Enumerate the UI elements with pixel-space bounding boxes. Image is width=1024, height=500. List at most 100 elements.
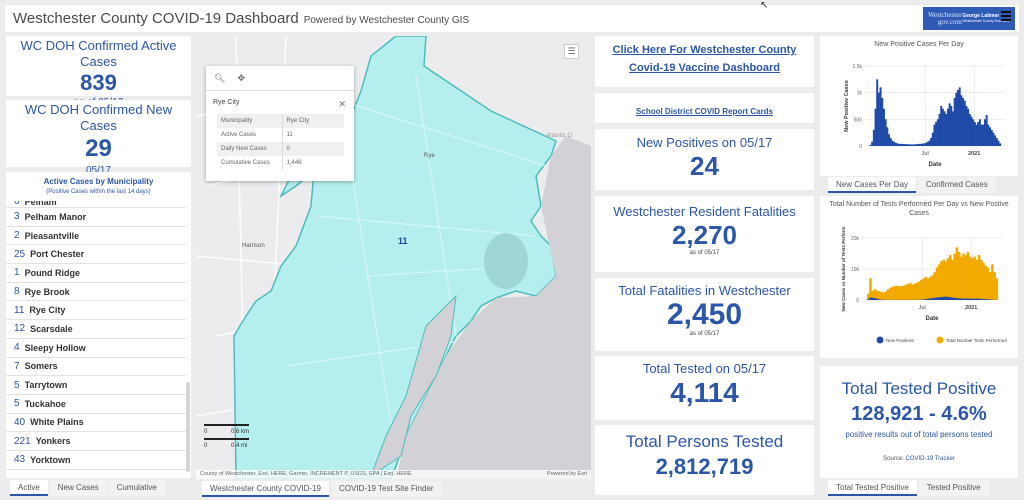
tab-new-cases-per-day[interactable]: New Cases Per Day	[828, 177, 917, 193]
bar-total-number-tests-performed	[940, 261, 943, 300]
tab-cumulative[interactable]: Cumulative	[108, 480, 165, 496]
scale-mi: 0.4 mi	[231, 443, 248, 449]
new-cases-title: WC DOH Confirmed New Cases	[24, 102, 173, 133]
bar-total-number-tests-performed	[942, 259, 945, 300]
tab-new-cases[interactable]: New Cases	[49, 480, 107, 496]
x-tick-label: Jul	[919, 305, 926, 311]
zoom-to-icon[interactable]: 🔍︎	[214, 73, 225, 84]
bar-new-positives	[968, 298, 972, 300]
municipality-row[interactable]: 40 White Plains	[6, 414, 186, 433]
chart2-title: Total Number of Tests Performed Per Day …	[829, 201, 1009, 217]
municipality-row[interactable]: 2 Pleasantville	[6, 227, 186, 246]
resident-fatalities-value: 2,270	[671, 220, 738, 250]
bar-total-number-tests-performed	[895, 285, 899, 300]
municipality-row[interactable]: 3 Pelham Manor	[6, 208, 186, 227]
municipality-list[interactable]: 6 Pelham 3 Pelham Manor 2 Pleasantville 25 Port…	[6, 201, 186, 470]
bar-total-number-tests-performed	[882, 292, 886, 300]
active-cases-value: 839	[80, 70, 117, 95]
bar-new-positives	[999, 143, 1002, 146]
list-scrollbar[interactable]	[186, 382, 190, 472]
legend-button[interactable]: ☰	[564, 44, 579, 59]
tests-chart-panel: Total Number of Tests Performed Per Day …	[820, 196, 1018, 358]
municipality-row[interactable]: 4 Sleepy Hollow	[6, 339, 186, 358]
tested-today-indicator: Total Tested on 05/17 4,114	[595, 356, 814, 420]
school-report-cards-link[interactable]: School District COVID Report Cards	[636, 107, 773, 116]
bar-total-number-tests-performed	[995, 278, 999, 300]
bar-new-positives	[875, 298, 879, 300]
bar-total-number-tests-performed	[867, 293, 870, 300]
covid-tracker-link[interactable]: COVID-19 Tracker	[906, 456, 955, 462]
municipality-count: 12	[14, 323, 26, 335]
municipality-row[interactable]: 221 Yonkers	[6, 432, 186, 451]
tpos-tabs: Total Tested Positive Tested Positive	[828, 480, 991, 496]
popup-key: Daily New Cases	[217, 142, 283, 156]
bar-new-positives	[984, 299, 988, 300]
x-tick-label: Jul	[922, 151, 929, 157]
bar-total-number-tests-performed	[937, 264, 941, 300]
move-icon[interactable]: ✥	[237, 73, 245, 84]
bar-new-positives	[975, 298, 979, 300]
tests-chart[interactable]: 0 10k 20k Jul 2021 Date New Cases vs Number of…	[820, 218, 1018, 358]
new-cases-value: 29	[85, 135, 112, 162]
bar-total-number-tests-performed	[869, 278, 872, 300]
tab-confirmed-cases[interactable]: Confirmed Cases	[918, 177, 996, 193]
municipality-row[interactable]: 25 Port Chester	[6, 245, 186, 265]
municipality-row[interactable]: 11 Rye City	[6, 301, 186, 321]
x-tick-label: 2021	[968, 151, 980, 157]
new-cases-chart[interactable]: 0 500 1k 1.5k Jul 2021 Date New Positive Cases	[820, 49, 1018, 174]
municipality-count: 43	[14, 454, 26, 466]
bar-total-number-tests-performed	[924, 276, 928, 300]
bar-new-positives	[949, 297, 952, 300]
bar-total-number-tests-performed	[988, 272, 992, 300]
tab-test-site-finder[interactable]: COVID-19 Test Site Finder	[331, 481, 442, 497]
bar-total-number-tests-performed	[915, 282, 919, 300]
bar-total-number-tests-performed	[949, 255, 952, 300]
municipality-row[interactable]: 5 Tarrytown	[6, 376, 186, 395]
popup-key: Municipality	[217, 114, 283, 128]
municipality-name: Pleasantville	[24, 230, 80, 241]
map-label-atlantic: Atlantic O	[546, 133, 573, 139]
bar-total-number-tests-performed	[971, 258, 974, 300]
bar-new-positives	[946, 296, 950, 300]
municipality-row[interactable]: 5 Tuckahoe	[6, 395, 186, 414]
y-tick-label: 0	[856, 298, 859, 304]
popup-table: Municipality Rye City Active Cases 11 Dail…	[217, 114, 344, 170]
municipality-name: Yorktown	[30, 454, 71, 465]
tab-total-tested-positive[interactable]: Total Tested Positive	[828, 480, 917, 496]
scale-km: 0.6 km	[231, 429, 250, 435]
popup-key: Active Cases	[217, 128, 283, 142]
powered-by-esri-link[interactable]: Powered by Esri	[547, 471, 587, 478]
source-label: Source:	[883, 456, 904, 462]
tab-westchester-covid[interactable]: Westchester County COVID-19	[202, 481, 330, 497]
municipality-name: Yonkers	[35, 436, 71, 447]
municipality-list-subtitle: (Positive Cases within the last 14 days)	[46, 189, 151, 195]
municipality-name: Rye City	[29, 305, 66, 316]
bar-total-number-tests-performed	[922, 278, 925, 300]
scale-bar: 0 0.6 km 0 0.4 mi	[204, 424, 249, 449]
vaccine-dashboard-link[interactable]: Click Here For Westchester County Covid-…	[613, 44, 797, 74]
dashboard-title: Westchester County COVID-19 Dashboard	[13, 10, 299, 27]
municipality-row[interactable]: 12 Scarsdale	[6, 320, 186, 339]
map-view[interactable]: ☰ Rye Harrison Atlantic O 11 🔍︎ ✥ Rye Ci…	[196, 36, 591, 479]
bar-total-number-tests-performed	[955, 247, 959, 300]
bar-total-number-tests-performed	[886, 289, 890, 300]
map-label-harrison: Harrison	[242, 243, 265, 249]
municipality-name: Sleepy Hollow	[24, 342, 86, 353]
close-icon[interactable]: ✕	[338, 99, 346, 110]
municipality-name: Rye Brook	[24, 286, 70, 297]
bar-total-number-tests-performed	[951, 259, 954, 300]
municipality-row[interactable]: 7 Somers	[6, 358, 186, 377]
total-tested-positive-indicator: Total Tested Positive 128,921 - 4.6% pos…	[820, 366, 1018, 478]
municipality-name: Scarsdale	[30, 323, 73, 334]
hamburger-menu-icon[interactable]	[1001, 11, 1011, 21]
bar-total-number-tests-performed	[953, 253, 956, 300]
municipality-row[interactable]: 43 Yorktown	[6, 451, 186, 470]
bar-total-number-tests-performed	[993, 272, 996, 300]
municipality-row[interactable]: 6 Pelham	[6, 201, 186, 208]
municipality-row[interactable]: 8 Rye Brook	[6, 283, 186, 302]
bar-new-positives	[957, 298, 961, 300]
vaccine-link-panel: Click Here For Westchester County Covid-…	[595, 36, 814, 87]
tab-tested-positive[interactable]: Tested Positive	[918, 480, 989, 496]
tab-active[interactable]: Active	[10, 480, 48, 496]
municipality-row[interactable]: 1 Pound Ridge	[6, 264, 186, 283]
